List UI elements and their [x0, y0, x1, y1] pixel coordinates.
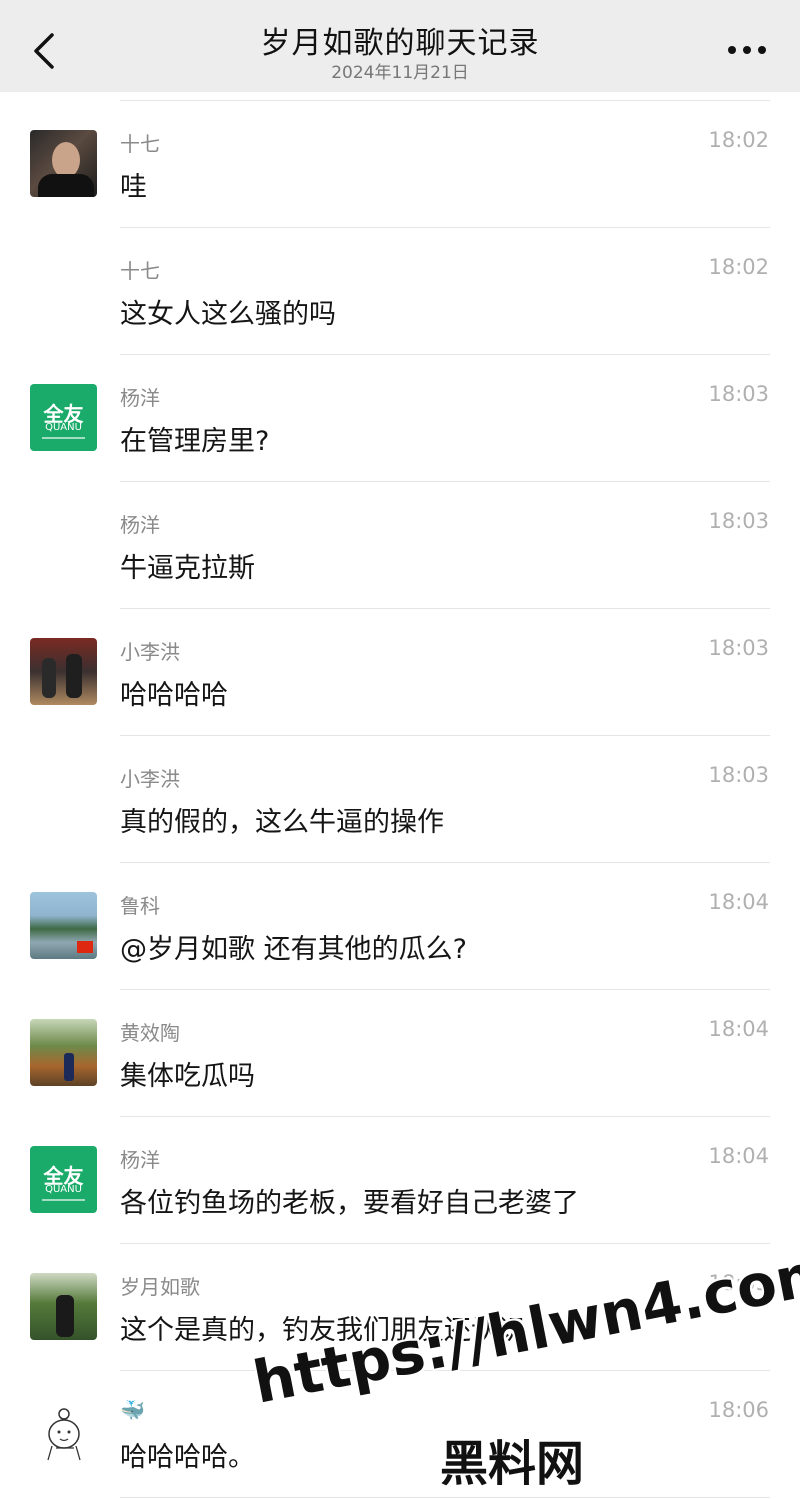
cartoon-face-icon: [47, 1408, 81, 1461]
sender-name: 鲁科: [120, 894, 160, 918]
avatar[interactable]: [30, 638, 97, 705]
message-item[interactable]: 十七 18:02 哇: [0, 101, 800, 228]
message-item[interactable]: 黄效陶 18:04 集体吃瓜吗: [0, 990, 800, 1117]
avatar[interactable]: [30, 1400, 97, 1467]
page-title: 岁月如歌的聊天记录: [260, 26, 540, 61]
message-time: 18:05: [708, 1271, 769, 1295]
sender-name: 杨洋: [120, 1148, 160, 1172]
sender-name: 岁月如歌: [120, 1275, 200, 1299]
message-item[interactable]: 全友 QUANU 杨洋 18:03 在管理房里?: [0, 355, 800, 482]
sender-name: 小李洪: [120, 767, 180, 791]
message-text: 真的假的，这么牛逼的操作: [120, 807, 444, 838]
message-time: 18:04: [708, 890, 769, 914]
avatar[interactable]: 全友 QUANU: [30, 1146, 97, 1213]
message-item[interactable]: 鲁科 18:04 @岁月如歌 还有其他的瓜么?: [0, 863, 800, 990]
message-text: 牛逼克拉斯: [120, 553, 255, 584]
sender-name: 杨洋: [120, 386, 160, 410]
sender-name: 十七: [120, 132, 160, 156]
message-time: 18:03: [708, 382, 769, 406]
nav-bar: 岁月如歌的聊天记录 2024年11月21日: [0, 0, 800, 92]
message-text: 各位钓鱼场的老板，要看好自己老婆了: [120, 1188, 579, 1219]
message-item[interactable]: 全友 QUANU 杨洋 18:04 各位钓鱼场的老板，要看好自己老婆了: [0, 1117, 800, 1244]
message-text: 哇: [120, 172, 147, 203]
message-item[interactable]: 杨洋 18:03 牛逼克拉斯: [0, 482, 800, 609]
logo-sub: QUANU: [45, 422, 82, 433]
sender-name: 小李洪: [120, 640, 180, 664]
avatar[interactable]: [30, 892, 97, 959]
message-text: 这个是真的，钓友我们朋友还认识: [120, 1315, 525, 1346]
message-text: 这女人这么骚的吗: [120, 299, 336, 330]
message-list: 十七 18:02 哇 十七 18:02 这女人这么骚的吗 全友 QUANU 杨洋…: [0, 101, 800, 1498]
message-item[interactable]: 十七 18:02 这女人这么骚的吗: [0, 228, 800, 355]
logo-sub: QUANU: [45, 1184, 82, 1195]
message-time: 18:04: [708, 1017, 769, 1041]
message-text: 哈哈哈哈: [120, 680, 228, 711]
message-time: 18:03: [708, 636, 769, 660]
divider: [120, 1497, 770, 1498]
avatar[interactable]: [30, 1273, 97, 1340]
message-time: 18:04: [708, 1144, 769, 1168]
more-button[interactable]: [722, 30, 772, 70]
avatar[interactable]: [30, 1019, 97, 1086]
more-dots-icon: [728, 46, 766, 54]
message-time: 18:03: [708, 509, 769, 533]
message-time: 18:03: [708, 763, 769, 787]
sender-name: 杨洋: [120, 513, 160, 537]
message-item[interactable]: 小李洪 18:03 哈哈哈哈: [0, 609, 800, 736]
avatar[interactable]: 全友 QUANU: [30, 384, 97, 451]
message-text: @岁月如歌 还有其他的瓜么?: [120, 934, 467, 965]
message-item[interactable]: 小李洪 18:03 真的假的，这么牛逼的操作: [0, 736, 800, 863]
message-time: 18:02: [708, 128, 769, 152]
message-item[interactable]: 岁月如歌 18:05 这个是真的，钓友我们朋友还认识: [0, 1244, 800, 1371]
avatar[interactable]: [30, 130, 97, 197]
chat-date: 2024年11月21日: [331, 63, 469, 83]
message-text: 哈哈哈哈。: [120, 1442, 255, 1473]
message-text: 在管理房里?: [120, 426, 270, 457]
sender-name: 十七: [120, 259, 160, 283]
message-time: 18:02: [708, 255, 769, 279]
sender-name: 🐳: [120, 1398, 145, 1422]
message-text: 集体吃瓜吗: [120, 1061, 255, 1092]
message-item[interactable]: 🐳 18:06 哈哈哈哈。: [0, 1371, 800, 1498]
message-time: 18:06: [708, 1398, 769, 1422]
sender-name: 黄效陶: [120, 1021, 180, 1045]
flag-icon: [77, 941, 93, 953]
